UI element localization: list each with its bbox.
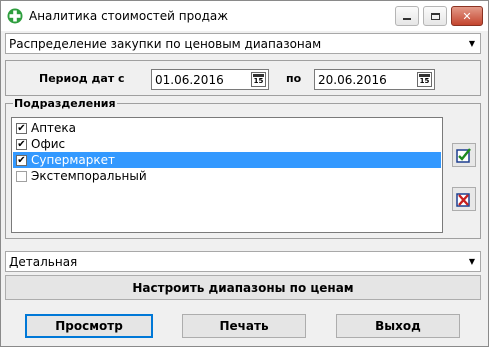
check-all-icon bbox=[456, 148, 471, 163]
list-item-label: Экстемпоральный bbox=[31, 169, 147, 183]
medical-cross-icon bbox=[7, 8, 23, 24]
preview-label: Просмотр bbox=[55, 319, 123, 333]
exit-label: Выход bbox=[375, 319, 421, 333]
date-to-field[interactable]: 20.06.2016 15 bbox=[314, 69, 435, 90]
period-to-label: по bbox=[286, 72, 302, 85]
uncheck-all-icon bbox=[456, 193, 470, 207]
calendar-icon[interactable]: 15 bbox=[251, 72, 266, 87]
uncheck-all-button[interactable] bbox=[452, 187, 476, 211]
maximize-icon bbox=[430, 12, 440, 20]
list-item[interactable]: ✔ Офис bbox=[13, 136, 441, 152]
check-all-button[interactable] bbox=[452, 143, 476, 167]
divisions-list[interactable]: ✔ Аптека ✔ Офис ✔ Супермаркет Экстемпора… bbox=[11, 117, 443, 233]
date-to-value: 20.06.2016 bbox=[318, 72, 387, 87]
checkbox-checked[interactable]: ✔ bbox=[16, 138, 27, 150]
chevron-down-icon[interactable]: ▼ bbox=[464, 34, 480, 53]
date-from-value: 01.06.2016 bbox=[155, 72, 224, 87]
window-title: Аналитика стоимостей продаж bbox=[29, 9, 229, 23]
list-item[interactable]: Экстемпоральный bbox=[13, 168, 441, 184]
preview-button[interactable]: Просмотр bbox=[25, 314, 153, 338]
print-label: Печать bbox=[219, 319, 269, 333]
minimize-button[interactable] bbox=[395, 6, 419, 26]
list-item-label: Супермаркет bbox=[31, 153, 115, 167]
list-item-label: Офис bbox=[31, 137, 66, 151]
report-type-select[interactable]: Распределение закупки по ценовым диапазо… bbox=[5, 33, 481, 54]
detail-mode-value: Детальная bbox=[9, 254, 78, 269]
divisions-title: Подразделения bbox=[13, 97, 117, 110]
period-from-label: Период дат с bbox=[39, 72, 125, 85]
checkbox-unchecked[interactable] bbox=[16, 170, 27, 182]
close-icon: ✕ bbox=[462, 9, 472, 23]
minimize-icon bbox=[403, 18, 411, 20]
title-bar[interactable]: Аналитика стоимостей продаж ✕ bbox=[1, 1, 488, 31]
app-window: Аналитика стоимостей продаж ✕ Распределе… bbox=[0, 0, 489, 347]
configure-price-ranges-button[interactable]: Настроить диапазоны по ценам bbox=[5, 275, 481, 300]
list-item[interactable]: ✔ Аптека bbox=[13, 120, 441, 136]
checkbox-checked[interactable]: ✔ bbox=[16, 154, 27, 166]
maximize-button[interactable] bbox=[423, 6, 447, 26]
list-item-label: Аптека bbox=[31, 121, 77, 135]
close-button[interactable]: ✕ bbox=[451, 6, 483, 26]
configure-price-ranges-label: Настроить диапазоны по ценам bbox=[132, 280, 354, 295]
calendar-icon[interactable]: 15 bbox=[417, 72, 432, 87]
list-item-selected[interactable]: ✔ Супермаркет bbox=[13, 152, 441, 168]
checkbox-checked[interactable]: ✔ bbox=[16, 122, 27, 134]
detail-mode-select[interactable]: Детальная ▼ bbox=[5, 251, 481, 272]
chevron-down-icon[interactable]: ▼ bbox=[464, 252, 480, 271]
exit-button[interactable]: Выход bbox=[336, 314, 460, 338]
print-button[interactable]: Печать bbox=[182, 314, 306, 338]
date-from-field[interactable]: 01.06.2016 15 bbox=[151, 69, 269, 90]
report-type-value: Распределение закупки по ценовым диапазо… bbox=[9, 36, 322, 51]
